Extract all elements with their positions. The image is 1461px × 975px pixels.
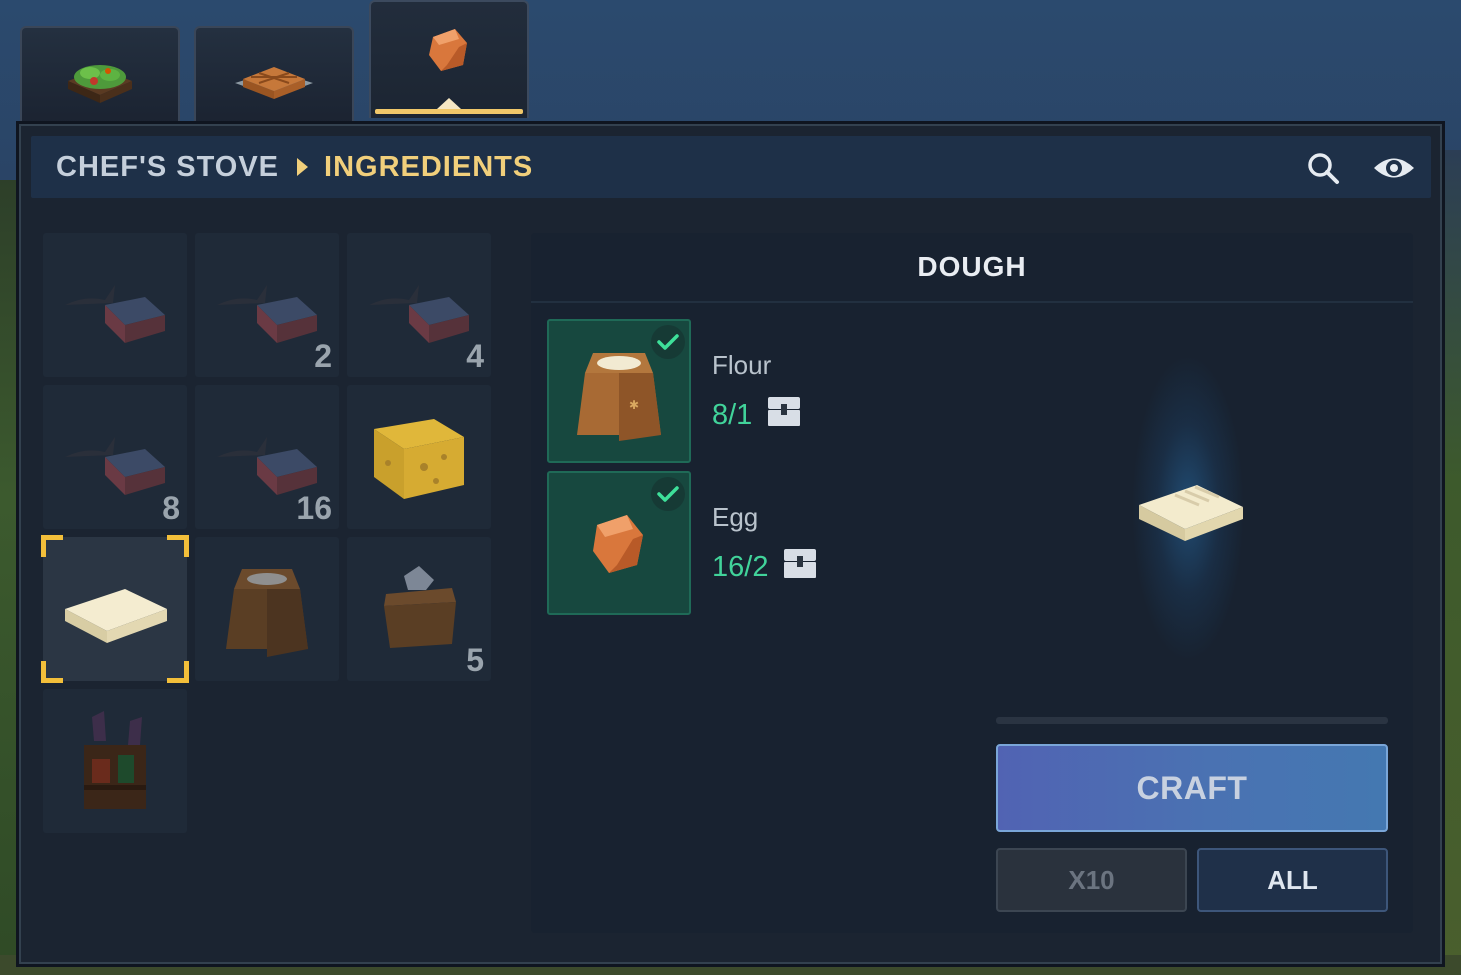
recipe-count: 8 <box>162 490 180 526</box>
recipe-slot[interactable] <box>347 385 491 529</box>
recipe-slot[interactable]: 5 <box>347 537 491 681</box>
recipe-count: 4 <box>466 338 484 374</box>
ingredient-card-flour[interactable]: ✱ <box>547 319 691 463</box>
eye-icon[interactable] <box>1371 148 1417 188</box>
salad-icon <box>68 65 132 103</box>
salt-sack-icon <box>384 566 456 648</box>
flour-sack-icon <box>226 569 308 657</box>
search-icon[interactable] <box>1303 148 1343 188</box>
recipe-slot[interactable] <box>195 537 339 681</box>
selection-corner <box>41 661 63 683</box>
recipe-details-panel: DOUGH ✱ Flour 8/1 Egg 16/2 CRAFT X10 ALL <box>531 233 1413 933</box>
dough-preview-icon <box>1139 485 1243 541</box>
active-tab-caret <box>437 98 461 109</box>
selection-corner <box>167 535 189 557</box>
recipe-slot[interactable] <box>43 689 187 833</box>
recipe-slot-selected[interactable] <box>41 535 189 683</box>
craft-button[interactable]: CRAFT <box>996 744 1388 832</box>
recipe-count: 16 <box>296 490 332 526</box>
pie-icon <box>235 67 313 99</box>
window-header: CHEF'S STOVE INGREDIENTS <box>31 136 1431 198</box>
svg-text:✱: ✱ <box>629 398 639 412</box>
check-icon <box>651 325 685 359</box>
recipe-title: DOUGH <box>531 233 1413 303</box>
ingredient-name: Flour <box>712 350 772 380</box>
meat-icon <box>65 285 165 343</box>
crafting-window: CHEF'S STOVE INGREDIENTS 2 4 8 16 5 DOUG… <box>16 121 1445 967</box>
meat-icon <box>65 437 165 495</box>
meat-icon <box>369 285 469 343</box>
ingredient-quantity: 16/2 <box>712 547 817 587</box>
meat-icon <box>217 285 317 343</box>
craft-x10-button[interactable]: X10 <box>996 848 1187 912</box>
active-tab-indicator <box>375 109 523 114</box>
tab-pie[interactable] <box>194 26 354 124</box>
check-icon <box>651 477 685 511</box>
recipe-slot[interactable]: 2 <box>195 233 339 377</box>
spice-rack-icon <box>84 711 146 809</box>
selection-corner <box>167 661 189 683</box>
recipe-count: 2 <box>314 338 332 374</box>
dough-icon <box>65 589 167 643</box>
craft-all-button[interactable]: ALL <box>1197 848 1388 912</box>
recipe-count: 5 <box>466 642 484 678</box>
ingredient-qty-value: 16/2 <box>712 550 769 583</box>
storage-chest-icon[interactable] <box>767 395 801 435</box>
selection-corner <box>41 535 63 557</box>
ingredient-card-egg[interactable] <box>547 471 691 615</box>
breadcrumb-category: INGREDIENTS <box>324 150 534 183</box>
cheese-icon <box>374 419 464 499</box>
ingredient-qty-value: 8/1 <box>712 398 753 431</box>
recipe-slot[interactable] <box>43 233 187 377</box>
breadcrumb-separator-icon <box>297 158 309 176</box>
craft-progress-bar <box>996 717 1388 724</box>
recipe-slot[interactable]: 8 <box>43 385 187 529</box>
breadcrumb-station[interactable]: CHEF'S STOVE <box>56 151 279 184</box>
ingredient-name: Egg <box>712 502 759 532</box>
egg-icon <box>593 515 643 573</box>
tab-ingredients[interactable] <box>369 0 529 118</box>
recipe-slot[interactable]: 4 <box>347 233 491 377</box>
recipe-slot[interactable]: 16 <box>195 385 339 529</box>
egg-icon <box>429 29 467 71</box>
storage-chest-icon[interactable] <box>783 547 817 587</box>
tab-salad[interactable] <box>20 26 180 124</box>
ingredient-quantity: 8/1 <box>712 395 801 435</box>
